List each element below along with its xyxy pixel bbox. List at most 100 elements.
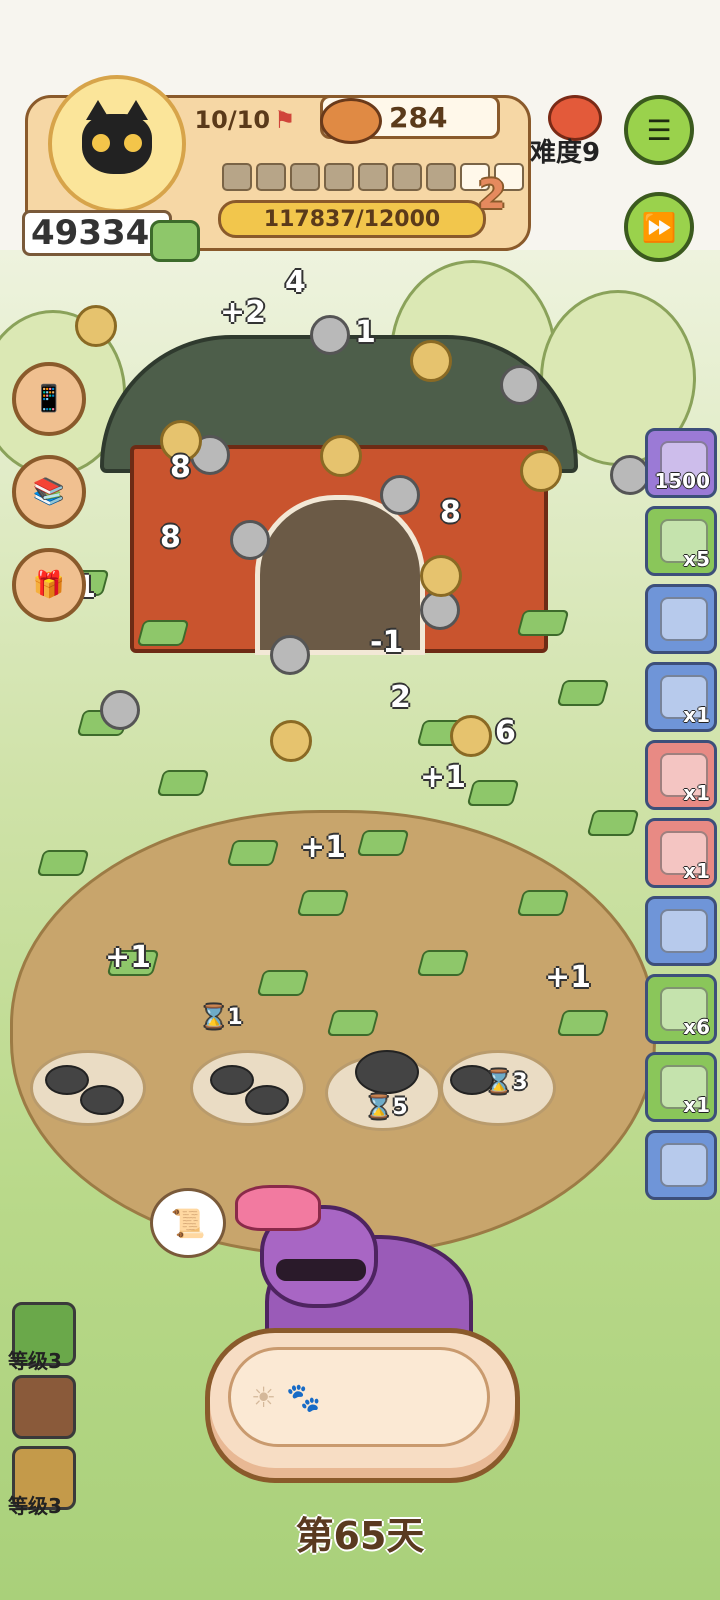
paw-token-drop[interactable] <box>520 450 562 492</box>
reward-popup: +1 <box>420 760 467 795</box>
reward-popup: 4 <box>285 265 306 300</box>
sunglasses <box>276 1259 366 1281</box>
progress-segment <box>290 163 320 191</box>
clover-drop[interactable] <box>36 850 90 876</box>
progress-segment <box>392 163 422 191</box>
paw-token-drop[interactable] <box>320 435 362 477</box>
mole[interactable] <box>355 1050 419 1094</box>
item-count: 1500 <box>654 469 710 493</box>
reward-popup: +2 <box>220 295 267 330</box>
clover-badge-icon <box>150 220 200 262</box>
silver-coin-drop[interactable] <box>610 455 650 495</box>
fast-forward-icon: ⏩ <box>641 210 677 244</box>
phone-icon: 📱 <box>32 384 66 414</box>
menu-button[interactable]: ☰ <box>624 95 694 165</box>
paw-token-drop[interactable] <box>75 305 117 347</box>
reward-popup: +1 <box>545 960 592 995</box>
reward-popup: 2 <box>390 680 411 715</box>
flag-icon: ⚑ <box>274 106 296 134</box>
silver-coin-drop[interactable] <box>310 315 350 355</box>
clover-drop[interactable] <box>516 890 570 916</box>
clover-drop[interactable] <box>416 950 470 976</box>
item-count: x6 <box>683 1015 710 1039</box>
clover-drop[interactable] <box>256 970 310 996</box>
reward-popup: +1 <box>300 830 347 865</box>
reward-popup: 6 <box>495 715 516 750</box>
silver-coin-drop[interactable] <box>500 365 540 405</box>
clover-drop[interactable] <box>136 620 190 646</box>
item-slot[interactable] <box>645 584 717 654</box>
reward-button[interactable]: 🎁 <box>12 548 86 622</box>
paw-token-drop[interactable] <box>450 715 492 757</box>
reward-popup: 8 <box>440 495 461 530</box>
clover-drop[interactable] <box>356 830 410 856</box>
item-icon <box>660 909 708 953</box>
item-slot[interactable] <box>645 1130 717 1200</box>
menu-icon: ☰ <box>646 113 672 147</box>
silver-coin-drop[interactable] <box>230 520 270 560</box>
mole[interactable] <box>210 1065 254 1095</box>
item-icon <box>660 1143 708 1187</box>
book-icon: 📚 <box>32 477 66 507</box>
paw-token-drop[interactable] <box>410 340 452 382</box>
item-slot[interactable]: x5 <box>645 506 717 576</box>
silver-coin-drop[interactable] <box>270 635 310 675</box>
clover-drop[interactable] <box>586 810 640 836</box>
phone-button[interactable]: 📱 <box>12 362 86 436</box>
paw-token-drop[interactable] <box>270 720 312 762</box>
gift-icon: 🎁 <box>32 570 66 600</box>
xp-bar: 117837/12000 <box>218 200 486 238</box>
mole[interactable] <box>245 1085 289 1115</box>
item-slot[interactable]: x6 <box>645 974 717 1044</box>
mole[interactable] <box>80 1085 124 1115</box>
mole-timer: ⌛5 <box>365 1095 408 1120</box>
item-slot[interactable]: x1 <box>645 1052 717 1122</box>
certificate-bubble[interactable]: 📜 <box>150 1188 226 1258</box>
item-count: x1 <box>683 859 710 883</box>
progress-segment <box>324 163 354 191</box>
clover-drop[interactable] <box>556 1010 610 1036</box>
clover-drop[interactable] <box>556 680 610 706</box>
progress-segment <box>256 163 286 191</box>
item-icon <box>660 597 708 641</box>
action-pad[interactable]: ☀ 🐾 <box>205 1328 520 1483</box>
day-counter: 第65天 <box>295 1514 425 1558</box>
reward-popup: +1 <box>105 940 152 975</box>
mole-timer: ⌛3 <box>485 1070 528 1095</box>
item-slot[interactable]: x1 <box>645 818 717 888</box>
silver-coin-drop[interactable] <box>100 690 140 730</box>
clover-drop[interactable] <box>326 1010 380 1036</box>
progress-segment <box>222 163 252 191</box>
item-count: x1 <box>683 703 710 727</box>
food-bowl-icon <box>320 98 382 144</box>
clover-drop[interactable] <box>156 770 210 796</box>
reward-popup: -1 <box>370 625 404 660</box>
paw-token-drop[interactable] <box>420 555 462 597</box>
item-count: x1 <box>683 781 710 805</box>
clover-drop[interactable] <box>516 610 570 636</box>
mole[interactable] <box>45 1065 89 1095</box>
reward-popup: 8 <box>160 520 181 555</box>
paw-icon: 🐾 <box>286 1380 321 1414</box>
reward-popup: 1 <box>355 315 376 350</box>
book-button[interactable]: 📚 <box>12 455 86 529</box>
item-count: x1 <box>683 1093 710 1117</box>
item-slot[interactable]: x1 <box>645 662 717 732</box>
certificate-icon: 📜 <box>170 1206 206 1240</box>
clover-drop[interactable] <box>226 840 280 866</box>
black-cat-icon <box>82 100 152 174</box>
item-slot[interactable]: x1 <box>645 740 717 810</box>
item-count: x5 <box>683 547 710 571</box>
reward-popup: 8 <box>170 450 191 485</box>
item-slot[interactable]: 1500 <box>645 428 717 498</box>
fast-forward-button[interactable]: ⏩ <box>624 192 694 262</box>
clover-drop[interactable] <box>466 780 520 806</box>
item-slot[interactable] <box>645 896 717 966</box>
player-avatar[interactable] <box>48 75 186 213</box>
difficulty-label[interactable]: 难度9 <box>530 132 600 169</box>
silver-coin-drop[interactable] <box>380 475 420 515</box>
skill-slot-2[interactable] <box>12 1375 76 1439</box>
clover-drop[interactable] <box>296 890 350 916</box>
cat-capacity: 10/10 ⚑ <box>185 100 305 140</box>
sun-icon: ☀ <box>251 1380 277 1414</box>
